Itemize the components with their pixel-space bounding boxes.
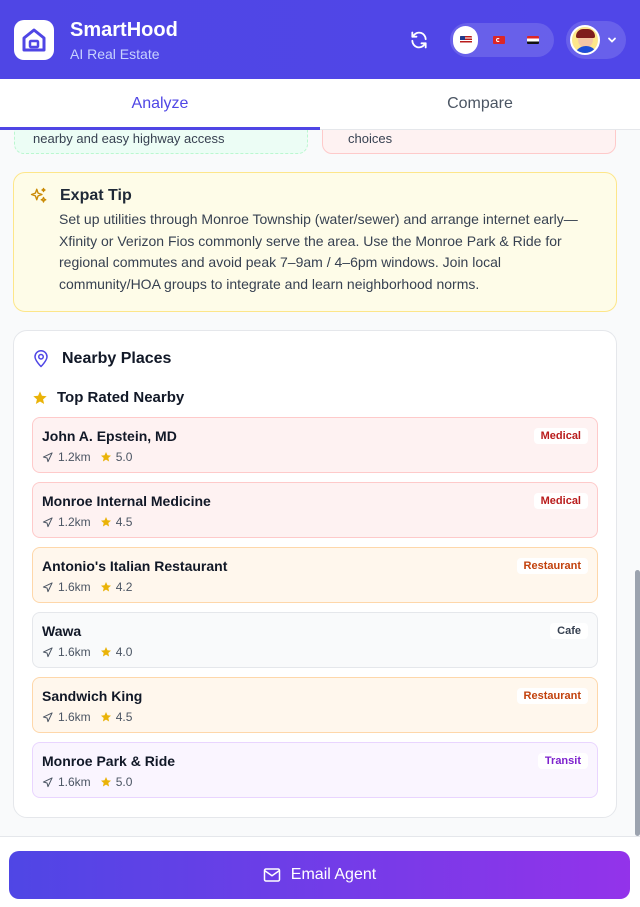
place-rating: 5.0 xyxy=(115,450,133,464)
avatar xyxy=(570,24,600,55)
list-item[interactable]: Monroe Park & Ride 1.6km 5.0 Transit xyxy=(32,742,598,798)
navigation-icon xyxy=(42,776,53,787)
expat-tip-title: Expat Tip xyxy=(60,187,132,204)
cons-card: choices xyxy=(322,130,616,154)
star-icon xyxy=(33,390,47,404)
cons-card-text: choices xyxy=(348,131,393,146)
list-item[interactable]: Sandwich King 1.6km 4.5 Restaurant xyxy=(32,677,598,733)
place-distance: 1.6km xyxy=(58,580,91,594)
category-badge: Restaurant xyxy=(516,558,588,574)
language-switcher xyxy=(450,22,554,57)
list-item[interactable]: John A. Epstein, MD 1.2km 5.0 Medical xyxy=(32,417,598,473)
category-badge: Transit xyxy=(537,753,588,769)
footer-bar: Email Agent xyxy=(0,836,640,907)
top-rated-title: Top Rated Nearby xyxy=(57,389,185,406)
house-icon[interactable] xyxy=(14,19,54,60)
flag-tr-button[interactable] xyxy=(485,26,512,54)
category-badge: Medical xyxy=(533,428,588,444)
flag-eg-button[interactable] xyxy=(519,26,546,54)
navigation-icon xyxy=(42,516,53,527)
place-name: Monroe Park & Ride xyxy=(42,753,176,769)
places-list: John A. Epstein, MD 1.2km 5.0 Medical Mo… xyxy=(32,417,598,798)
place-rating: 4.2 xyxy=(115,580,133,594)
refresh-icon xyxy=(411,31,427,48)
nearby-places-card: Nearby Places Top Rated Nearby John A. E… xyxy=(13,330,617,818)
place-name: John A. Epstein, MD xyxy=(42,428,177,444)
sparkles-icon xyxy=(30,187,47,203)
app-title: SmartHood xyxy=(70,18,178,41)
navigation-icon xyxy=(42,581,53,592)
brand: SmartHood AI Real Estate xyxy=(70,18,178,62)
analysis-content: nearby and easy highway access choices E… xyxy=(0,130,640,836)
pros-card: nearby and easy highway access xyxy=(14,130,308,154)
star-icon xyxy=(100,582,111,592)
place-name: Sandwich King xyxy=(42,688,143,704)
email-agent-label: Email Agent xyxy=(290,866,377,883)
tab-compare[interactable]: Compare xyxy=(320,79,640,129)
navigation-icon xyxy=(42,711,53,722)
navigation-icon xyxy=(42,451,53,462)
star-icon xyxy=(100,777,111,787)
place-rating: 4.5 xyxy=(115,515,133,529)
place-distance: 1.6km xyxy=(58,710,91,724)
scrollbar[interactable] xyxy=(635,570,640,836)
place-name: Monroe Internal Medicine xyxy=(42,493,211,509)
star-icon xyxy=(100,647,111,657)
mail-icon xyxy=(263,868,281,882)
star-icon xyxy=(100,517,111,527)
flag-us-button[interactable] xyxy=(453,25,479,54)
list-item[interactable]: Wawa 1.6km 4.0 Cafe xyxy=(32,612,598,668)
place-name: Antonio's Italian Restaurant xyxy=(42,558,228,574)
refresh-button[interactable] xyxy=(404,25,434,55)
category-badge: Cafe xyxy=(550,623,588,639)
list-item[interactable]: Monroe Internal Medicine 1.2km 4.5 Medic… xyxy=(32,482,598,538)
place-rating: 5.0 xyxy=(115,775,133,789)
list-item[interactable]: Antonio's Italian Restaurant 1.6km 4.2 R… xyxy=(32,547,598,603)
place-name: Wawa xyxy=(42,623,82,639)
star-icon xyxy=(100,712,111,722)
chevron-down-icon xyxy=(608,37,616,43)
user-menu-button[interactable] xyxy=(566,20,626,59)
navigation-icon xyxy=(42,646,53,657)
nearby-places-title: Nearby Places xyxy=(62,350,172,367)
place-distance: 1.2km xyxy=(58,515,91,529)
main-tabs: Analyze Compare xyxy=(0,79,640,130)
category-badge: Restaurant xyxy=(516,688,588,704)
eg-flag-icon xyxy=(526,35,539,44)
tr-flag-icon xyxy=(492,35,505,44)
category-badge: Medical xyxy=(533,493,588,509)
expat-tip-text: Set up utilities through Monroe Township… xyxy=(59,211,578,292)
place-distance: 1.2km xyxy=(58,450,91,464)
app-subtitle: AI Real Estate xyxy=(70,45,160,62)
star-icon xyxy=(100,452,111,462)
us-flag-icon xyxy=(459,35,472,44)
tab-analyze[interactable]: Analyze xyxy=(0,79,320,130)
place-rating: 4.0 xyxy=(115,645,133,659)
pros-card-text: nearby and easy highway access xyxy=(33,131,225,146)
email-agent-button[interactable]: Email Agent xyxy=(9,851,630,899)
app-header: SmartHood AI Real Estate xyxy=(0,0,640,79)
expat-tip-card: Expat Tip Set up utilities through Monro… xyxy=(13,172,617,312)
place-distance: 1.6km xyxy=(58,775,91,789)
map-pin-icon xyxy=(34,350,48,368)
place-rating: 4.5 xyxy=(115,710,133,724)
place-distance: 1.6km xyxy=(58,645,91,659)
